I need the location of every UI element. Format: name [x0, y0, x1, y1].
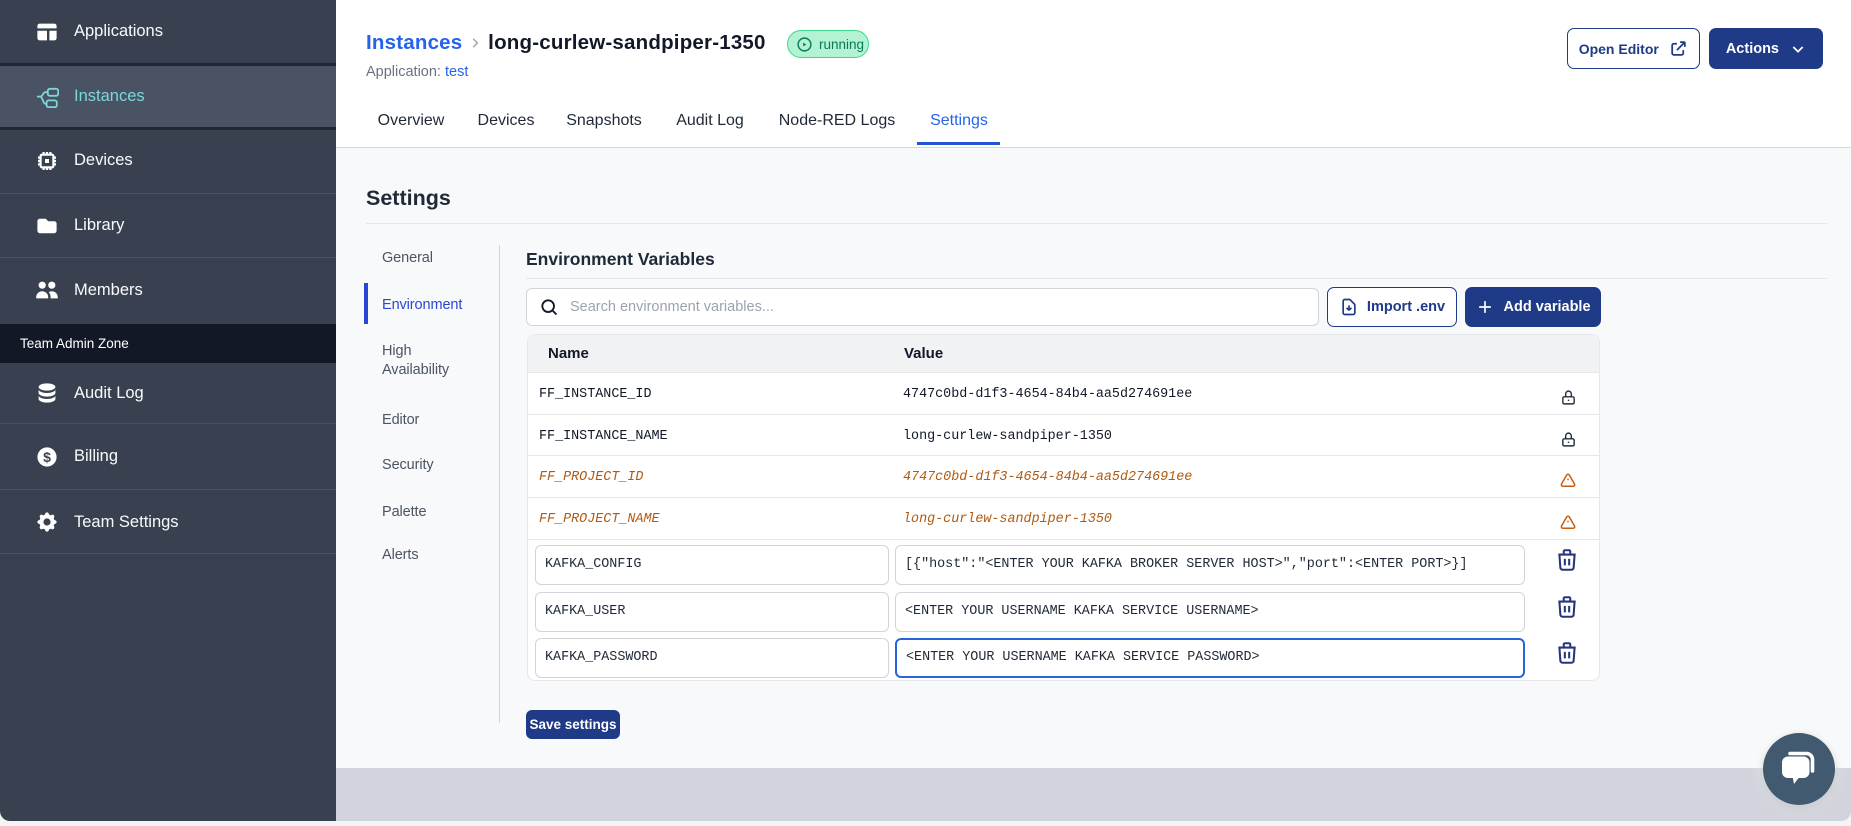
svg-text:$: $: [43, 449, 51, 465]
